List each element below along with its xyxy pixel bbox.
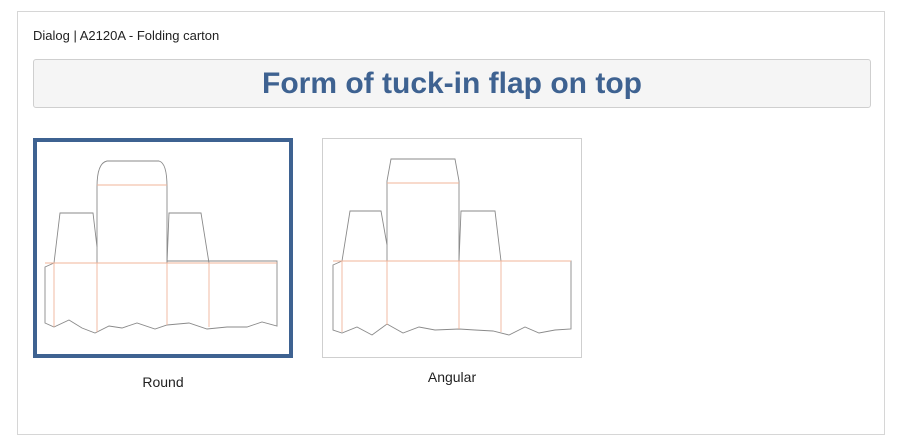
heading-banner: Form of tuck-in flap on top — [33, 59, 871, 108]
option-angular-image-frame[interactable] — [322, 138, 582, 358]
option-round-label[interactable]: Round — [33, 374, 293, 390]
page-heading: Form of tuck-in flap on top — [262, 66, 642, 100]
option-round-image-frame[interactable] — [33, 138, 293, 358]
dialog-title: Dialog | A2120A - Folding carton — [33, 28, 220, 43]
dialog-window: Dialog | A2120A - Folding carton Form of… — [17, 11, 885, 435]
option-angular[interactable]: Angular — [322, 138, 582, 394]
option-round[interactable]: Round — [33, 138, 293, 394]
round-tuck-flap-dieline-icon — [44, 160, 278, 334]
angular-tuck-flap-dieline-icon — [332, 158, 572, 336]
option-angular-label[interactable]: Angular — [322, 369, 582, 385]
